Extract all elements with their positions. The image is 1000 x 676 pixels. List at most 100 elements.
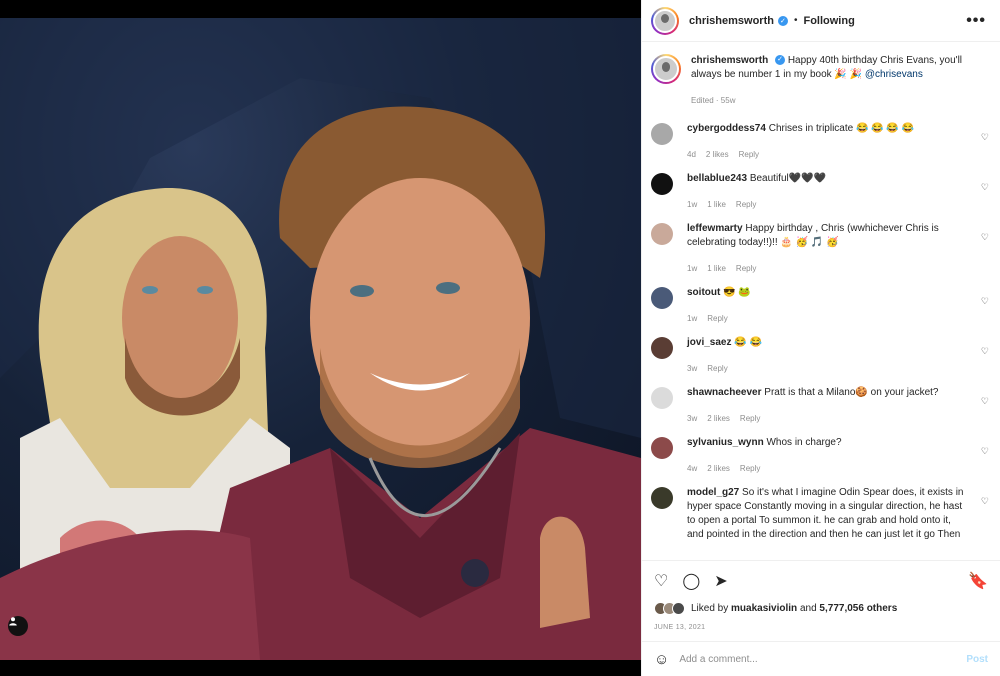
comment-text: Beautiful🖤🖤🖤 [749,173,827,184]
header-separator: • [793,15,798,26]
comment-like-icon[interactable]: ♡ [981,182,989,193]
likes-count[interactable]: 5,777,056 others [819,603,897,614]
comment-like-icon[interactable]: ♡ [981,446,989,457]
post-header: chrishemsworth ✓ • Following ••• [642,0,1000,42]
comment-like-icon[interactable]: ♡ [981,232,989,243]
comment-time: 4w [687,464,698,473]
comments-list[interactable]: chrishemsworth ✓ Happy 40th birthday Chr… [642,42,1000,560]
comment-reply-button[interactable]: Reply [740,464,760,473]
verified-badge-icon: ✓ [777,15,788,26]
comment-username[interactable]: jovi_saez [687,337,731,348]
comment-meta: 4w 2 likes Reply [687,462,965,476]
comment-text: 😎 🐸 [723,287,751,298]
comment-likes[interactable]: 2 likes [707,464,730,473]
commenter-avatar[interactable] [651,287,673,309]
commenter-avatar[interactable] [651,223,673,245]
comment-likes[interactable]: 1 like [707,200,726,209]
caption-meta: Edited · 55w [691,96,736,105]
comment-text: 😂 😂 [734,337,762,348]
comment-likes[interactable]: 1 like [707,264,726,273]
following-button[interactable]: Following [803,15,854,27]
share-icon[interactable]: ➤ [714,571,727,591]
emoji-icon[interactable]: ☺ [654,651,669,668]
comment-like-icon[interactable]: ♡ [981,346,989,357]
liked-by-and: and [799,602,817,614]
comment-row: soitout 😎 🐸 1w Reply ♡ [651,286,991,326]
comment-like-icon[interactable]: ♡ [981,132,989,143]
comment-row: leffewmarty Happy birthday , Chris (wwhi… [651,222,991,276]
comment-row: shawnacheever Pratt is that a Milano🍪 on… [651,386,991,426]
comment-text: Pratt is that a Milano🍪 on your jacket? [764,387,939,398]
caption-mention[interactable]: @chrisevans [865,69,923,80]
comment-reply-button[interactable]: Reply [736,200,756,209]
comment-time: 3w [687,414,698,423]
comment-like-icon[interactable]: ♡ [981,396,989,407]
caption: chrishemsworth ✓ Happy 40th birthday Chr… [651,54,991,108]
add-comment-input[interactable]: Add a comment... [679,654,966,665]
user-icon [9,617,17,626]
commenter-avatar[interactable] [651,123,673,145]
comment-likes[interactable]: 2 likes [707,414,730,423]
comment-row: model_g27 So it's what I imagine Odin Sp… [651,486,991,542]
comment-time: 1w [687,314,698,323]
comment-time: 1w [687,264,698,273]
commenter-avatar[interactable] [651,387,673,409]
comment-reply-button[interactable]: Reply [739,150,759,159]
comment-row: bellablue243 Beautiful🖤🖤🖤 1w 1 like Reply ♡ [651,172,991,212]
add-comment-bar: ☺ Add a comment... Post [642,642,1000,676]
commenter-avatar[interactable] [651,437,673,459]
comment-time: 1w [687,200,698,209]
comment-likes[interactable]: 2 likes [706,150,729,159]
comment-like-icon[interactable]: ♡ [981,296,989,307]
comment-reply-button[interactable]: Reply [736,264,756,273]
post-details-panel: chrishemsworth ✓ • Following ••• chrishe… [641,0,1000,676]
comment-row: sylvanius_wynn Whos in charge? 4w 2 likes R… [651,436,991,476]
comment-text: Whos in charge? [766,437,842,448]
comment-time: 4d [687,150,696,159]
author-username[interactable]: chrishemsworth [689,15,774,27]
post-comment-button[interactable]: Post [966,654,988,665]
caption-avatar[interactable] [651,54,681,84]
comment-username[interactable]: leffewmarty [687,223,743,234]
comment-reply-button[interactable]: Reply [707,364,727,373]
comment-username[interactable]: model_g27 [687,487,739,498]
comment-reply-button[interactable]: Reply [707,314,727,323]
verified-badge-icon: ✓ [775,55,786,66]
liked-by-label: Liked by [691,602,729,614]
post-photo[interactable] [0,18,641,660]
likes-summary: Liked by muakasiviolin and 5,777,056 oth… [642,600,1000,616]
comment-meta: 1w Reply [687,312,965,326]
comment-username[interactable]: soitout [687,287,720,298]
comment-username[interactable]: bellablue243 [687,173,747,184]
comment-meta: 3w 2 likes Reply [687,412,965,426]
comment-meta: 3w Reply [687,362,965,376]
comment-time: 3w [687,364,698,373]
post-date: JUNE 13, 2021 [642,616,1000,642]
bookmark-icon[interactable]: 🔖 [968,571,988,591]
comment-username[interactable]: cybergoddess74 [687,123,766,134]
comment-text: Chrises in triplicate 😂 😂 😂 😂 [768,123,915,134]
selfie-illustration [0,18,641,660]
comment-reply-button[interactable]: Reply [740,414,760,423]
commenter-avatar[interactable] [651,337,673,359]
comment-username[interactable]: shawnacheever [687,387,762,398]
liked-by-user[interactable]: muakasiviolin [731,603,797,614]
action-bar: ♡ ◯ ➤ 🔖 [642,560,1000,600]
instagram-post-view: chrishemsworth ✓ • Following ••• chrishe… [0,0,1000,676]
more-options-icon[interactable]: ••• [966,12,986,30]
tagged-users-button[interactable] [8,616,28,636]
comment-row: jovi_saez 😂 😂 3w Reply ♡ [651,336,991,376]
comment-meta: 1w 1 like Reply [687,198,965,212]
comment-row: cybergoddess74 Chrises in triplicate 😂 😂… [651,122,991,162]
comment-username[interactable]: sylvanius_wynn [687,437,764,448]
commenter-avatar[interactable] [651,173,673,195]
heart-icon[interactable]: ♡ [654,571,668,591]
commenter-avatar[interactable] [651,487,673,509]
author-avatar[interactable] [651,6,679,35]
comment-meta: 4d 2 likes Reply [687,148,965,162]
comment-like-icon[interactable]: ♡ [981,496,989,507]
post-photo-area [0,0,641,676]
liker-avatars [654,601,685,615]
caption-username[interactable]: chrishemsworth [691,55,768,66]
comment-icon[interactable]: ◯ [682,571,700,591]
